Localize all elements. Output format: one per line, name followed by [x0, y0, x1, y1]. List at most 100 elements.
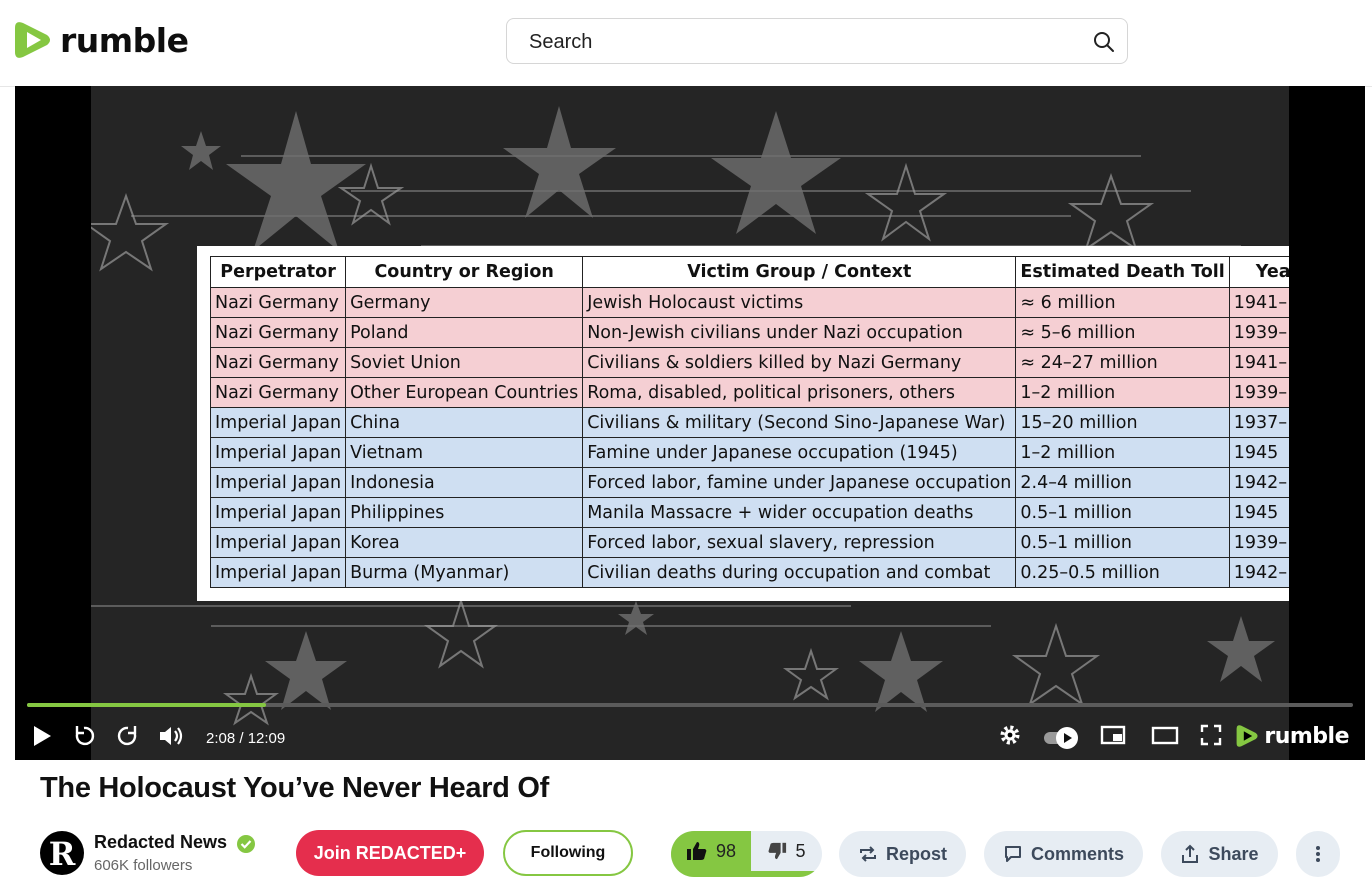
join-button[interactable]: Join REDACTED+ — [296, 830, 484, 876]
video-player[interactable]: Perpetrator Country or Region Victim Gro… — [15, 86, 1365, 760]
rewind-icon — [75, 726, 95, 746]
player-logo-wordmark: rumble — [1264, 723, 1349, 749]
share-icon — [1182, 844, 1199, 863]
progress-fill — [27, 703, 266, 707]
table-cell: Imperial Japan — [209, 557, 347, 588]
table-cell: Soviet Union — [345, 347, 584, 378]
table-cell: Germany — [345, 287, 584, 318]
theater-icon — [1151, 726, 1179, 745]
play-button[interactable] — [31, 724, 53, 748]
death-toll-table: Perpetrator Country or Region Victim Gro… — [209, 256, 1289, 588]
like-ratio-bar — [671, 871, 816, 877]
player-rumble-logo[interactable]: rumble — [1236, 723, 1349, 749]
table-cell: 0.5–1 million — [1015, 527, 1230, 558]
table-cell: Burma (Myanmar) — [345, 557, 584, 588]
thumbs-down-icon — [768, 842, 787, 860]
column-header: Country or Region — [345, 256, 584, 288]
channel-avatar[interactable]: R — [40, 831, 84, 875]
search-box[interactable] — [506, 18, 1128, 64]
table-cell: 0.25–0.5 million — [1015, 557, 1230, 588]
table-cell: 1–2 million — [1015, 377, 1230, 408]
site-header: rumble — [0, 0, 1372, 87]
channel-logo: R — [49, 835, 76, 873]
column-header: Estimated Death Toll — [1015, 256, 1230, 288]
avatar-letter: R — [49, 835, 76, 873]
gear-icon — [1000, 725, 1020, 745]
table-cell: 15–20 million — [1015, 407, 1230, 438]
forward-button[interactable] — [116, 724, 140, 748]
table-cell: Imperial Japan — [209, 497, 347, 528]
table-cell: Nazi Germany — [209, 347, 347, 378]
forward-icon — [117, 726, 137, 746]
autoplay-toggle-icon — [1044, 727, 1078, 749]
table-cell: Other European Countries — [345, 377, 584, 408]
miniplayer-button[interactable] — [1100, 724, 1126, 746]
repost-button[interactable]: Repost — [839, 831, 966, 877]
share-button[interactable]: Share — [1161, 831, 1278, 877]
dislike-button[interactable]: 5 — [751, 831, 822, 871]
table-cell: China — [345, 407, 584, 438]
volume-button[interactable] — [158, 724, 186, 748]
table-cell: 1937–1945 — [1228, 407, 1289, 438]
column-header: Perpetrator — [209, 256, 347, 288]
thumbs-up-icon — [686, 842, 707, 860]
table-cell: 1942–1945 — [1228, 557, 1289, 588]
video-frame[interactable]: Perpetrator Country or Region Victim Gro… — [91, 86, 1289, 760]
table-row: Nazi Germany Poland Non-Jewish civilians u… — [209, 317, 1289, 348]
vote-group: 98 5 — [671, 831, 822, 877]
table-row: Imperial Japan Indonesia Forced labor, fam… — [209, 467, 1289, 498]
table-cell: Poland — [345, 317, 584, 348]
autoplay-toggle[interactable] — [1043, 726, 1081, 750]
fullscreen-button[interactable] — [1200, 724, 1222, 746]
table-header-row: Perpetrator Country or Region Victim Gro… — [209, 256, 1289, 288]
theater-mode-button[interactable] — [1151, 724, 1179, 746]
like-button[interactable]: 98 — [671, 831, 751, 871]
fullscreen-icon — [1200, 724, 1222, 746]
comment-icon — [1004, 846, 1021, 862]
table-cell: 1939–1945 — [1228, 527, 1289, 558]
comments-button[interactable]: Comments — [984, 831, 1143, 877]
settings-button[interactable] — [999, 724, 1021, 746]
table-cell: 1–2 million — [1015, 437, 1230, 468]
table-cell: 1939–1945 — [1228, 377, 1289, 408]
table-cell: 2.4–4 million — [1015, 467, 1230, 498]
table-cell: Manila Massacre + wider occupation death… — [582, 497, 1017, 528]
follower-count: 606K followers — [94, 857, 193, 874]
table-cell: ≈ 24–27 million — [1015, 347, 1230, 378]
table-cell: Roma, disabled, political prisoners, oth… — [582, 377, 1017, 408]
table-row: Imperial Japan Korea Forced labor, sexual … — [209, 527, 1289, 558]
table-cell: Civilians & military (Second Sino-Japane… — [582, 407, 1017, 438]
like-count: 98 — [715, 840, 737, 861]
table-cell: 1945 — [1228, 497, 1289, 528]
table-cell: Forced labor, famine under Japanese occu… — [582, 467, 1017, 498]
time-display: 2:08 / 12:09 — [206, 730, 286, 747]
share-label: Share — [1208, 843, 1259, 864]
search-input[interactable] — [527, 29, 1071, 55]
more-vertical-icon — [1316, 846, 1320, 862]
following-button[interactable]: Following — [503, 830, 633, 876]
table-cell: 1941–1945 — [1228, 287, 1289, 318]
table-row: Imperial Japan Philippines Manila Massacre… — [209, 497, 1289, 528]
table-cell: 1942–1945 — [1228, 467, 1289, 498]
progress-bar[interactable] — [27, 703, 1353, 707]
logo-wordmark: rumble — [60, 20, 189, 60]
channel-name[interactable]: Redacted News — [94, 832, 227, 853]
table-cell: Vietnam — [345, 437, 584, 468]
search-icon[interactable] — [1093, 31, 1115, 53]
table-cell: ≈ 6 million — [1015, 287, 1230, 318]
play-icon — [34, 726, 51, 746]
repost-label: Repost — [885, 843, 947, 864]
table-cell: Imperial Japan — [209, 407, 347, 438]
comments-label: Comments — [1030, 843, 1124, 864]
table-cell: Civilian deaths during occupation and co… — [582, 557, 1017, 588]
table-row: Imperial Japan China Civilians & military … — [209, 407, 1289, 438]
more-options-button[interactable] — [1296, 831, 1340, 877]
volume-icon — [160, 727, 183, 745]
table-cell: Nazi Germany — [209, 287, 347, 318]
table-cell: Nazi Germany — [209, 317, 347, 348]
table-cell: Jewish Holocaust victims — [582, 287, 1017, 318]
table-row: Nazi Germany Other European Countries Roma… — [209, 377, 1289, 408]
rewind-button[interactable] — [72, 724, 96, 748]
column-header: Years — [1228, 256, 1289, 288]
rumble-logo[interactable]: rumble — [14, 19, 189, 61]
